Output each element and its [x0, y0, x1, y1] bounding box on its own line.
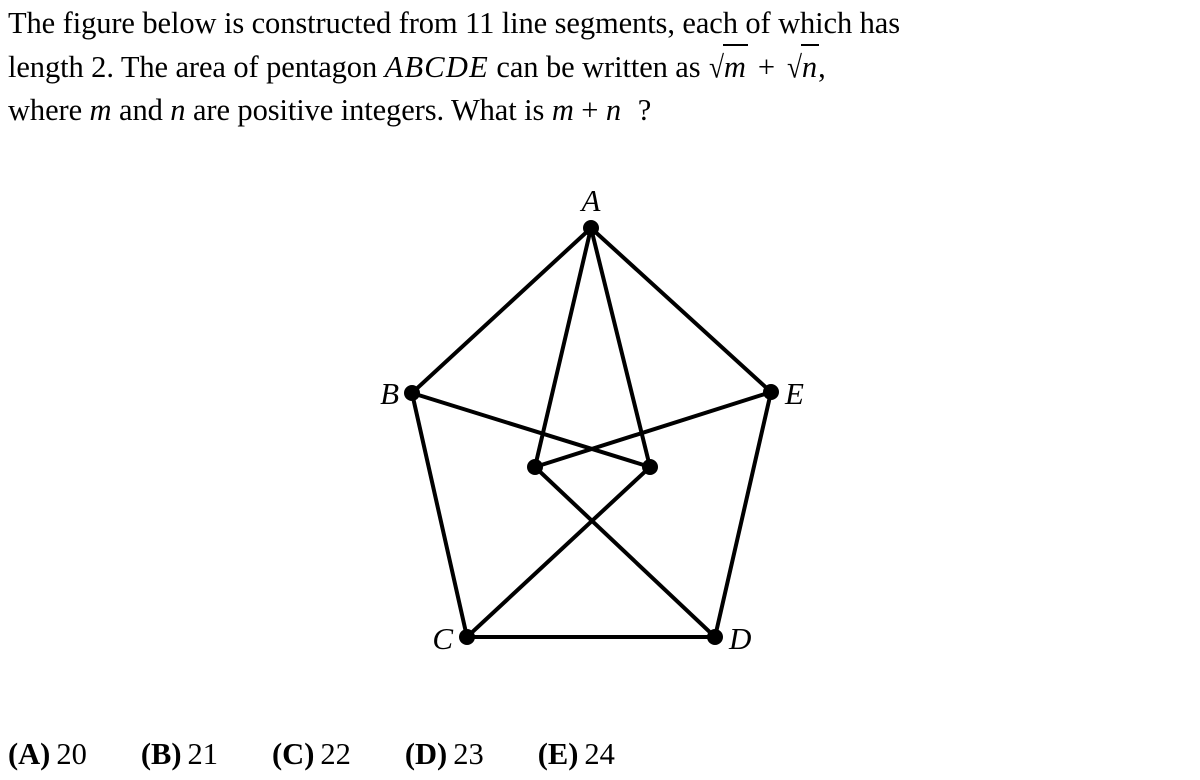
answer-choices-row: (A) 20 (B) 21 (C) 22 (D) 23 (E) 24 [8, 731, 1192, 777]
answer-choice-tag: (D) [404, 737, 448, 771]
vertex-dots-group [404, 220, 779, 645]
problem-text-3c: are positive integers. What is [185, 93, 552, 127]
answer-choice-E[interactable]: (E) 24 [538, 731, 615, 777]
segment-AE [589, 226, 773, 394]
segment-BC [410, 391, 469, 639]
plus-operator-1: + [757, 50, 775, 84]
problem-line-2: length 2. The area of pentagon ABCDE can… [8, 44, 1192, 89]
plus-operator-2: + [581, 93, 599, 127]
problem-line-1: The figure below is constructed from 11 … [8, 2, 1192, 45]
line-segments-group [410, 226, 773, 639]
geometry-figure: A B C D E [0, 160, 1200, 680]
sqrt-m-expression: √m [708, 44, 748, 89]
radicand-m: m [722, 44, 748, 89]
question-mark: ? [637, 93, 652, 127]
variable-n-2: n [605, 93, 621, 127]
radical-sign-icon-2: √ [787, 49, 803, 85]
vertex-dot-D [707, 629, 723, 645]
vertex-label-D: D [728, 621, 751, 656]
segment-length-value: 2. [91, 50, 114, 84]
problem-text-1a: The figure below is constructed from [8, 6, 466, 40]
vertex-label-C: C [432, 621, 453, 656]
answer-choice-C[interactable]: (C) 22 [272, 731, 351, 777]
vertex-dot-Q [642, 459, 658, 475]
radicand-n: n [800, 44, 820, 89]
comma-punctuation: , [818, 50, 826, 84]
vertex-label-E: E [784, 376, 804, 411]
answer-choice-tag: (E) [537, 737, 579, 771]
vertex-dot-B [404, 385, 420, 401]
answer-choice-value: 22 [320, 737, 351, 771]
answer-choice-value: 20 [56, 737, 87, 771]
answer-choice-value: 21 [187, 737, 219, 771]
vertex-dot-A [583, 220, 599, 236]
answer-choice-D[interactable]: (D) 23 [405, 731, 484, 777]
problem-text-2a: length [8, 50, 92, 84]
vertex-dot-C [459, 629, 475, 645]
variable-m-2: m [551, 93, 574, 127]
vertex-labels-group: A B C D E [380, 183, 804, 656]
answer-choice-value: 23 [453, 737, 484, 771]
segment-ED [713, 390, 773, 639]
answer-choice-tag: (B) [140, 737, 182, 771]
segment-AB [410, 226, 593, 395]
sqrt-n-expression: √n [786, 44, 820, 89]
problem-text-2b: The area of pentagon [113, 50, 385, 84]
variable-n-1: n [170, 93, 186, 127]
problem-text-1b: line segments, each of which has [494, 6, 901, 40]
problem-text-2c: can be written as [488, 50, 709, 84]
problem-text-3b: and [111, 93, 171, 127]
problem-text-3a: where [8, 93, 90, 127]
segment-BQ [410, 391, 652, 469]
pentagon-diagram-svg: A B C D E [380, 183, 804, 656]
answer-choice-tag: (C) [272, 737, 315, 771]
vertex-label-B: B [380, 376, 399, 411]
radical-sign-icon: √ [709, 49, 725, 85]
variable-m-1: m [89, 93, 112, 127]
problem-line-3: where m and n are positive integers. Wha… [8, 89, 1192, 132]
pentagon-name: ABCDE [384, 50, 489, 84]
segment-count-value: 11 [465, 6, 495, 40]
vertex-dot-E [763, 384, 779, 400]
vertex-label-A: A [580, 183, 602, 218]
vertex-dot-P [527, 459, 543, 475]
problem-statement: The figure below is constructed from 11 … [8, 2, 1192, 132]
answer-choice-tag: (A) [8, 737, 51, 771]
segment-AP [533, 226, 593, 469]
segment-AQ [589, 226, 652, 469]
answer-choice-A[interactable]: (A) 20 [8, 731, 87, 777]
answer-choice-value: 24 [584, 737, 615, 771]
answer-choice-B[interactable]: (B) 21 [141, 731, 218, 777]
segment-EP [533, 390, 773, 469]
